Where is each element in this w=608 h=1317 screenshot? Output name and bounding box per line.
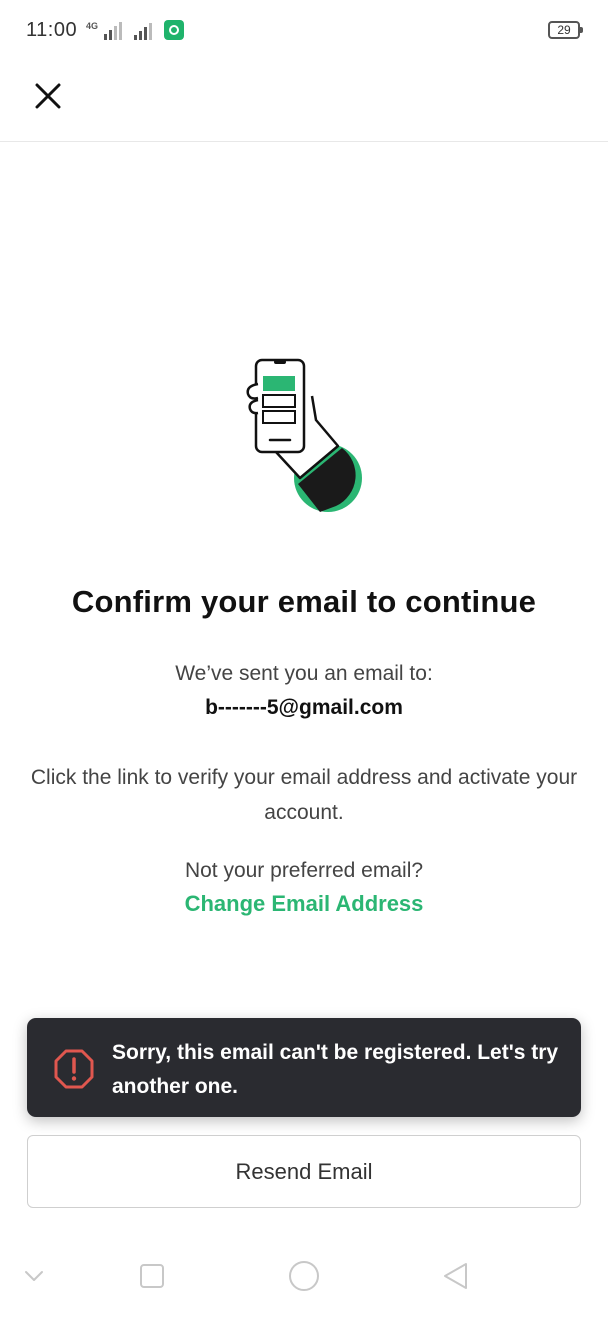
status-icons: 4G xyxy=(86,20,185,40)
system-nav-bar xyxy=(0,1236,608,1317)
alert-octagon-icon xyxy=(54,1049,94,1089)
verify-instructions: Click the link to verify your email addr… xyxy=(30,766,578,824)
sent-email-text: We’ve sent you an email to: xyxy=(175,662,433,685)
nav-collapse-button[interactable] xyxy=(16,1258,52,1294)
top-bar xyxy=(0,62,608,142)
page-title: Confirm your email to continue xyxy=(71,584,537,619)
close-button[interactable] xyxy=(28,76,68,116)
chevron-down-icon xyxy=(25,1271,43,1281)
battery-icon: 29 xyxy=(548,21,583,39)
signal-icon-2 xyxy=(134,22,153,40)
signal-icon xyxy=(104,22,123,40)
status-time: 11:00 xyxy=(26,19,78,41)
close-icon xyxy=(35,83,61,109)
square-icon xyxy=(140,1264,164,1288)
resend-email-button[interactable]: Resend Email xyxy=(27,1135,581,1208)
nav-recents-button[interactable] xyxy=(134,1258,170,1294)
error-toast: Sorry, this email can't be registered. L… xyxy=(27,1018,581,1117)
email-address: b-------5@gmail.com xyxy=(205,696,403,719)
network-type-label: 4G xyxy=(86,21,99,31)
status-bar: 11:00 4G 29 xyxy=(0,0,608,62)
nav-home-button[interactable] xyxy=(286,1258,322,1294)
not-preferred-text: Not your preferred email? xyxy=(184,859,424,882)
nav-back-button[interactable] xyxy=(437,1258,473,1294)
triangle-back-icon xyxy=(444,1263,467,1289)
circle-icon xyxy=(289,1261,319,1291)
phone-in-hand-illustration xyxy=(246,358,362,512)
app-notification-icon xyxy=(164,20,185,40)
change-email-link[interactable]: Change Email Address xyxy=(0,891,608,917)
toast-message: Sorry, this email can't be registered. L… xyxy=(112,1041,559,1098)
